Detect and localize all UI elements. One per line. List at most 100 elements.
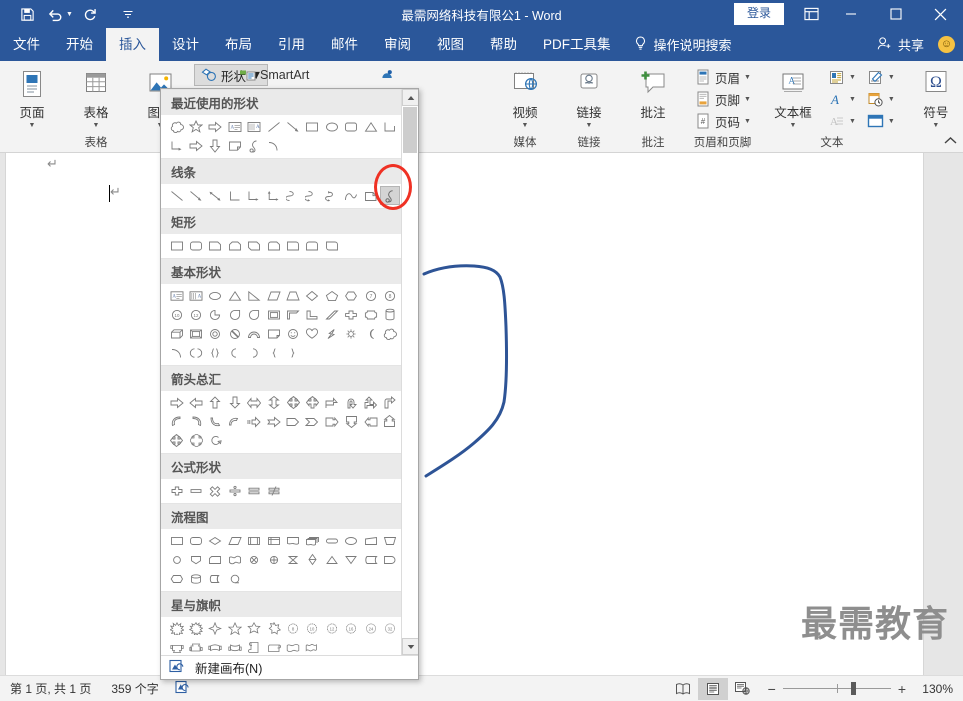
rect-snip-diagonal-corner[interactable] xyxy=(245,236,264,255)
shape-oval[interactable] xyxy=(322,117,341,136)
star-7-point[interactable] xyxy=(264,619,283,638)
star-4-point[interactable] xyxy=(206,619,225,638)
zoom-level-label[interactable]: 130% xyxy=(913,682,953,696)
arrow-left-callout[interactable] xyxy=(361,412,380,431)
flow-extract[interactable] xyxy=(322,550,341,569)
smartart-button[interactable]: SmartArt xyxy=(236,64,312,86)
close-icon[interactable] xyxy=(918,0,963,28)
gallery-section-arrows[interactable] xyxy=(161,391,401,453)
basic-no-symbol[interactable] xyxy=(225,324,244,343)
star-explosion-2[interactable] xyxy=(186,619,205,638)
text-box-button[interactable]: A 文本框 ▼ xyxy=(766,64,820,129)
basic-text-box[interactable]: A xyxy=(167,286,186,305)
redo-icon[interactable] xyxy=(77,3,103,25)
shape-arc[interactable] xyxy=(264,136,283,155)
rect-round-single-corner[interactable] xyxy=(283,236,302,255)
basic-block-arc[interactable] xyxy=(245,324,264,343)
shapes-gallery-scroll-host[interactable]: 最近使用的形状 A A 线条 矩形 基本形状 A A 7 8 10 12 箭头总… xyxy=(161,89,418,655)
feedback-smiley-icon[interactable]: ☺ xyxy=(938,36,955,53)
read-mode-view-button[interactable] xyxy=(668,678,698,700)
basic-left-brace[interactable] xyxy=(264,343,283,362)
rect-rounded-rectangle[interactable] xyxy=(186,236,205,255)
arrow-curved-right[interactable] xyxy=(167,412,186,431)
line-double-arrow[interactable] xyxy=(206,186,225,205)
banner-down-ribbon[interactable] xyxy=(186,638,205,655)
basic-l-shape[interactable] xyxy=(303,305,322,324)
proofing-errors-icon[interactable] xyxy=(169,680,198,698)
flow-off-page-connector[interactable] xyxy=(186,550,205,569)
star-6-point[interactable] xyxy=(245,619,264,638)
new-drawing-canvas-item[interactable]: 新建画布(N) xyxy=(161,655,418,679)
collapse-ribbon-icon[interactable] xyxy=(944,136,957,148)
arrow-down-callout[interactable] xyxy=(342,412,361,431)
line-elbow-arrow-connector[interactable] xyxy=(245,186,264,205)
basic-right-triangle[interactable] xyxy=(245,286,264,305)
basic-sun[interactable] xyxy=(342,324,361,343)
gallery-section-basic-shapes[interactable]: A A 7 8 10 12 xyxy=(161,284,401,365)
save-icon[interactable] xyxy=(14,3,40,25)
insert-table-button[interactable]: 表格 ▼ xyxy=(70,64,122,129)
share-button[interactable]: 共享 xyxy=(877,35,928,54)
arrow-left[interactable] xyxy=(186,393,205,412)
link-button[interactable]: 链接 ▼ xyxy=(563,64,615,129)
gallery-scrollbar-thumb[interactable] xyxy=(403,107,417,153)
qat-more-icon[interactable] xyxy=(115,3,141,25)
tab-mailings[interactable]: 邮件 xyxy=(318,28,371,61)
quick-parts-button[interactable]: ▼ xyxy=(825,66,859,88)
star-5-point[interactable] xyxy=(225,619,244,638)
basic-cube[interactable] xyxy=(167,324,186,343)
gallery-section-stars-banners[interactable]: 8 10 12 16 24 32 xyxy=(161,617,401,655)
rect-round-diagonal-corner[interactable] xyxy=(322,236,341,255)
tab-view[interactable]: 视图 xyxy=(424,28,477,61)
chevron-down-icon[interactable]: ▼ xyxy=(849,118,856,125)
line-curved-double-arrow-connector[interactable] xyxy=(322,186,341,205)
flow-decision[interactable] xyxy=(206,531,225,550)
rect-round-same-side-corner[interactable] xyxy=(303,236,322,255)
ribbon-display-options-icon[interactable] xyxy=(794,0,828,28)
basic-left-bracket[interactable] xyxy=(225,343,244,362)
flow-terminator[interactable] xyxy=(322,531,341,550)
shape-elbow-arrow-connector[interactable] xyxy=(167,136,186,155)
equation-equal[interactable] xyxy=(245,481,264,500)
chevron-down-icon[interactable]: ▼ xyxy=(29,122,36,129)
basic-parallelogram[interactable] xyxy=(264,286,283,305)
tab-references[interactable]: 引用 xyxy=(265,28,318,61)
basic-lightning-bolt[interactable] xyxy=(322,324,341,343)
arrow-up-callout[interactable] xyxy=(380,412,399,431)
line-freeform[interactable] xyxy=(361,186,380,205)
tab-insert[interactable]: 插入 xyxy=(106,28,159,61)
flow-internal-storage[interactable] xyxy=(264,531,283,550)
chevron-down-icon[interactable]: ▼ xyxy=(932,122,939,129)
banner-curved-up-ribbon[interactable] xyxy=(206,638,225,655)
document-area[interactable]: ↵ ↵ 最需教育 xyxy=(0,153,963,675)
shape-freeform-scribble[interactable] xyxy=(245,136,264,155)
arrow-u-turn[interactable] xyxy=(342,393,361,412)
arrow-pentagon[interactable] xyxy=(283,412,302,431)
flow-or[interactable] xyxy=(264,550,283,569)
flow-display[interactable] xyxy=(167,569,186,588)
flow-process[interactable] xyxy=(167,531,186,550)
arrow-cross-callout[interactable] xyxy=(167,431,186,450)
gallery-scrollbar[interactable] xyxy=(401,89,418,655)
arrow-curved-left[interactable] xyxy=(186,412,205,431)
maximize-icon[interactable] xyxy=(873,0,918,28)
basic-right-bracket[interactable] xyxy=(245,343,264,362)
arrow-right-callout[interactable] xyxy=(322,412,341,431)
flow-collate[interactable] xyxy=(283,550,302,569)
arrow-up[interactable] xyxy=(206,393,225,412)
shape-rounded-rectangle[interactable] xyxy=(342,117,361,136)
chevron-down-icon[interactable]: ▼ xyxy=(93,122,100,129)
tab-help[interactable]: 帮助 xyxy=(477,28,530,61)
equation-minus[interactable] xyxy=(186,481,205,500)
flow-preparation[interactable] xyxy=(342,531,361,550)
basic-trapezoid[interactable] xyxy=(283,286,302,305)
3d-model-button[interactable] xyxy=(376,64,399,86)
star-8-point[interactable]: 8 xyxy=(283,619,302,638)
line-straight[interactable] xyxy=(167,186,186,205)
tab-pdf-tools[interactable]: PDF工具集 xyxy=(530,28,624,61)
chevron-down-icon[interactable]: ▼ xyxy=(849,74,856,81)
new-comment-button[interactable]: 批注 xyxy=(627,64,679,121)
star-12-point[interactable]: 12 xyxy=(322,619,341,638)
zoom-slider-track[interactable] xyxy=(782,682,891,695)
chevron-down-icon[interactable]: ▼ xyxy=(888,118,895,125)
